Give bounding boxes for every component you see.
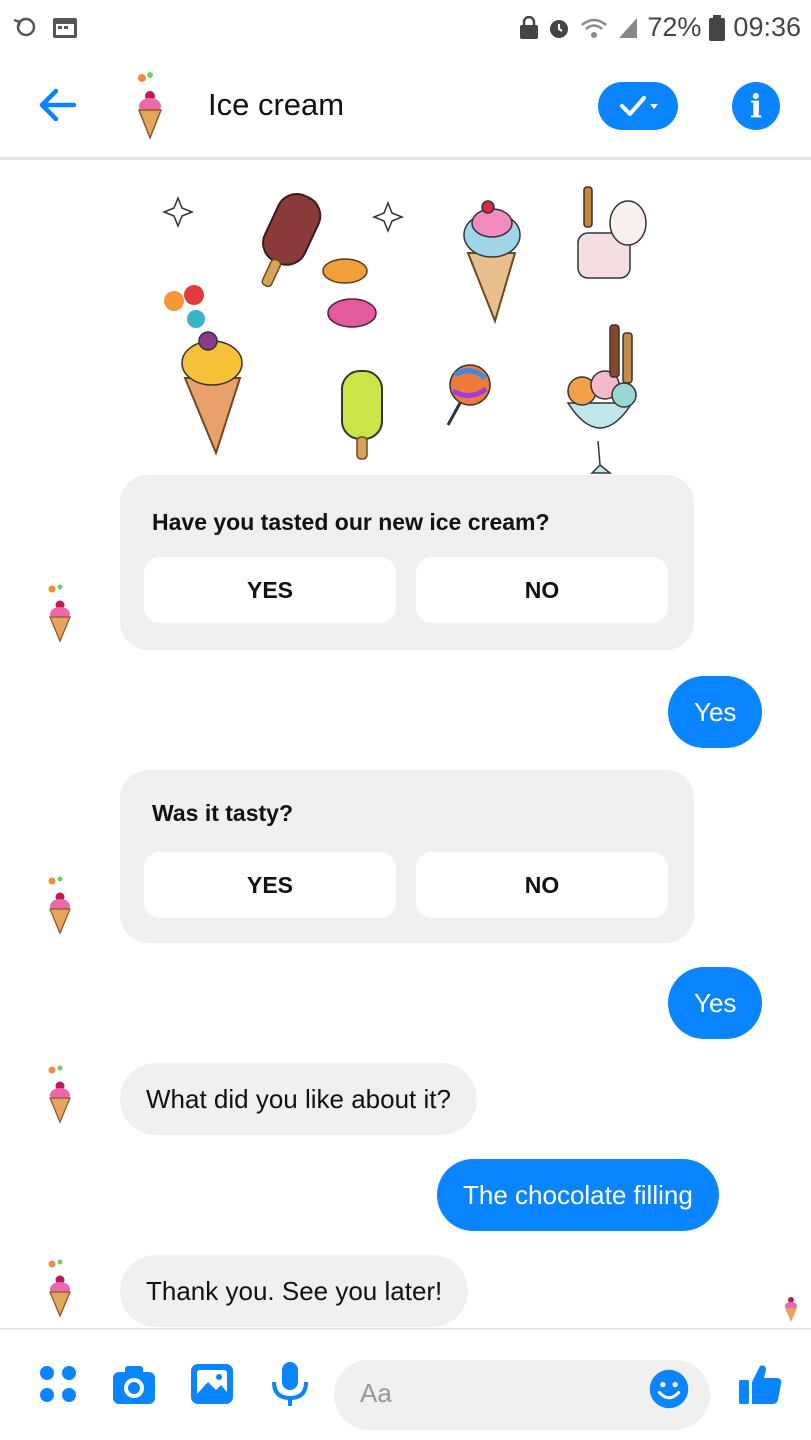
calendar-icon bbox=[53, 18, 77, 38]
sent-message[interactable]: The chocolate filling bbox=[437, 1159, 719, 1231]
conversation-title[interactable]: Ice cream bbox=[208, 87, 344, 123]
question-card-2: Was it tasty? YES NO bbox=[120, 770, 694, 943]
ice-cream-avatar[interactable] bbox=[128, 70, 172, 142]
quick-reply-no[interactable]: NO bbox=[416, 852, 668, 918]
emoji-icon[interactable] bbox=[648, 1368, 690, 1410]
question-text: Have you tasted our new ice cream? bbox=[152, 509, 550, 535]
thumbs-up-icon[interactable] bbox=[736, 1360, 784, 1408]
sent-message[interactable]: Yes bbox=[668, 967, 763, 1039]
apps-icon[interactable] bbox=[34, 1360, 82, 1408]
gallery-icon[interactable] bbox=[188, 1360, 236, 1408]
bot-avatar bbox=[48, 1259, 71, 1318]
camera-icon[interactable] bbox=[110, 1360, 158, 1408]
check-dropdown-icon bbox=[620, 96, 658, 116]
quick-reply-no[interactable]: NO bbox=[416, 557, 668, 623]
check-dropdown-button[interactable] bbox=[598, 82, 678, 130]
question-card-1: Have you tasted our new ice cream? YES N… bbox=[120, 475, 694, 650]
quick-reply-yes[interactable]: YES bbox=[144, 557, 396, 623]
received-message[interactable]: What did you like about it? bbox=[120, 1063, 477, 1135]
seen-indicator-avatar bbox=[785, 1297, 797, 1322]
bot-avatar bbox=[48, 876, 71, 935]
info-icon[interactable]: i bbox=[732, 82, 780, 130]
ice-cream-illustration bbox=[161, 186, 647, 474]
clock: 09:36 bbox=[733, 12, 801, 42]
alarm-icon bbox=[550, 19, 569, 38]
composer-divider bbox=[0, 1328, 811, 1330]
conversation-header: Ice cream i bbox=[0, 60, 811, 160]
back-arrow-icon[interactable] bbox=[34, 80, 84, 130]
wifi-icon bbox=[581, 18, 608, 38]
received-message[interactable]: Thank you. See you later! bbox=[120, 1255, 469, 1327]
lock-icon bbox=[520, 15, 539, 39]
sync-icon bbox=[13, 17, 36, 37]
battery-percent: 72% bbox=[647, 12, 702, 42]
status-bar: 72% 09:36 bbox=[0, 0, 811, 60]
quick-reply-yes[interactable]: YES bbox=[144, 852, 396, 918]
mic-icon[interactable] bbox=[266, 1360, 314, 1408]
composer-bar: Aa bbox=[0, 1340, 811, 1440]
bot-avatar bbox=[48, 1065, 71, 1124]
signal-icon bbox=[619, 17, 638, 38]
question-text: Was it tasty? bbox=[152, 800, 294, 826]
sent-message[interactable]: Yes bbox=[668, 676, 763, 748]
message-thread: Have you tasted our new ice cream? YES N… bbox=[0, 163, 811, 1039]
bot-avatar bbox=[48, 584, 71, 643]
battery-icon bbox=[709, 14, 726, 41]
message-input-placeholder: Aa bbox=[360, 1378, 392, 1408]
